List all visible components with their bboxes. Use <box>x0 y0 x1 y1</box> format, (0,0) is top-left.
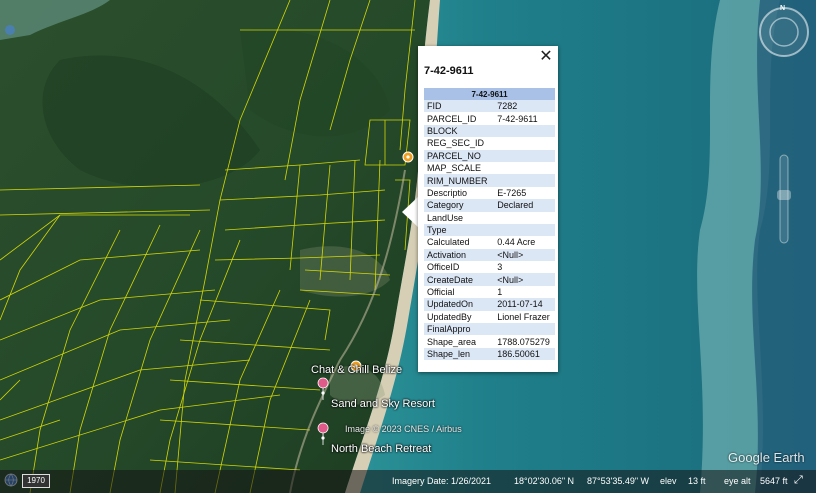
close-icon[interactable]: ✕ <box>538 48 554 64</box>
top-orange-pin[interactable] <box>402 151 414 163</box>
table-row: OfficeID 3 <box>424 261 555 273</box>
field-name: Type <box>424 223 494 237</box>
satellite-map[interactable] <box>0 0 816 493</box>
table-row: FID 7282 <box>424 100 555 113</box>
field-name: Shape_area <box>427 336 477 347</box>
field-name: PARCEL_NO <box>424 149 494 162</box>
field-value: 186.50061 <box>493 347 555 361</box>
field-value <box>493 149 555 162</box>
field-name: Category <box>424 199 494 212</box>
elevation-value: 13 ft <box>688 476 706 486</box>
table-row: PARCEL_ID 7-42-9611 <box>424 112 555 124</box>
field-value: 7-42-9611 <box>497 113 538 124</box>
place-label-sand-sky[interactable]: Sand and Sky Resort <box>331 398 435 410</box>
field-name: Descriptio <box>427 187 468 198</box>
field-name: FID <box>424 100 494 113</box>
field-name: RIM_NUMBER <box>424 174 494 187</box>
table-row: BLOCK <box>424 124 555 138</box>
table-row: MAP_SCALE <box>424 162 555 174</box>
table-row: FinalAppro <box>424 323 555 336</box>
table-row: LandUse <box>424 212 555 224</box>
place-label-chat-chill[interactable]: Chat & Chill Belize <box>311 364 402 376</box>
compass-north-label: N <box>780 5 786 12</box>
field-value <box>493 212 555 224</box>
table-row: REG_SEC_ID <box>424 137 555 149</box>
field-name: FinalAppro <box>424 323 494 336</box>
table-row: Activation <Null> <box>424 248 555 262</box>
eye-altitude-value: 5647 ft <box>760 476 788 486</box>
table-row: RIM_NUMBER <box>424 174 555 187</box>
table-row: Category Declared <box>424 199 555 212</box>
attribute-table: 7-42-9611 FID 7282 PARCEL_ID 7-42-9611 BLOCK… <box>424 88 555 361</box>
table-row: Shape_area 1788.075279 <box>424 335 555 347</box>
field-name: LandUse <box>427 212 464 223</box>
popup-pointer <box>402 196 419 228</box>
longitude: 87°53'35.49" W <box>587 476 650 486</box>
field-value: 7282 <box>493 100 555 113</box>
table-row: Official 1 <box>424 286 555 298</box>
field-name: UpdatedBy <box>427 311 472 322</box>
field-name: CreateDate <box>424 273 494 286</box>
imagery-credit: Image © 2023 CNES / Airbus <box>345 424 462 434</box>
field-name: OfficeID <box>427 262 460 273</box>
field-value: <Null> <box>493 248 555 262</box>
field-name: Shape_len <box>424 347 494 361</box>
table-row: PARCEL_NO <box>424 149 555 162</box>
field-value: 0.44 Acre <box>497 237 536 248</box>
layer-marker-icon[interactable] <box>5 25 15 35</box>
latitude: 18°02'30.06" N <box>514 476 575 486</box>
field-value: 1788.075279 <box>497 336 550 347</box>
field-value: Declared <box>493 199 555 212</box>
field-value: 3 <box>497 262 503 273</box>
field-name: Calculated <box>427 237 470 248</box>
field-name: Official <box>427 287 455 298</box>
table-row: Calculated 0.44 Acre <box>424 236 555 248</box>
field-value <box>493 137 555 149</box>
table-row: Descriptio E-7265 <box>424 187 555 199</box>
table-row: Type <box>424 223 555 237</box>
popup-title: 7-42-9611 <box>424 65 474 77</box>
eye-altitude-label: eye alt <box>724 476 751 486</box>
field-value: <Null> <box>493 273 555 286</box>
field-value: 1 <box>497 287 503 298</box>
field-value: E-7265 <box>497 187 527 198</box>
google-earth-logo: Google Earth <box>728 450 805 465</box>
elevation-label: elev <box>660 476 677 486</box>
history-year-badge[interactable]: 1970 <box>22 474 50 488</box>
table-row: Shape_len 186.50061 <box>424 347 555 361</box>
table-row: UpdatedBy Lionel Frazer <box>424 311 555 323</box>
table-header: 7-42-9611 <box>424 88 555 100</box>
field-value <box>493 323 555 336</box>
field-value <box>493 223 555 237</box>
expand-icon[interactable]: ⤢ <box>794 474 803 487</box>
field-value <box>493 174 555 187</box>
field-name: MAP_SCALE <box>427 163 482 174</box>
field-name: BLOCK <box>424 124 494 138</box>
field-name: REG_SEC_ID <box>427 138 485 149</box>
place-label-north-beach[interactable]: North Beach Retreat <box>331 443 431 455</box>
field-name: PARCEL_ID <box>427 113 477 124</box>
table-row: CreateDate <Null> <box>424 273 555 286</box>
compass-control[interactable] <box>759 7 809 57</box>
imagery-date: Imagery Date: 1/26/2021 <box>392 476 492 486</box>
field-value: 2011-07-14 <box>493 298 555 311</box>
field-value: Lionel Frazer <box>497 311 550 322</box>
table-row: UpdatedOn 2011-07-14 <box>424 298 555 311</box>
field-value <box>493 124 555 138</box>
field-name: UpdatedOn <box>424 298 494 311</box>
field-value <box>493 162 555 174</box>
field-name: Activation <box>424 248 494 262</box>
